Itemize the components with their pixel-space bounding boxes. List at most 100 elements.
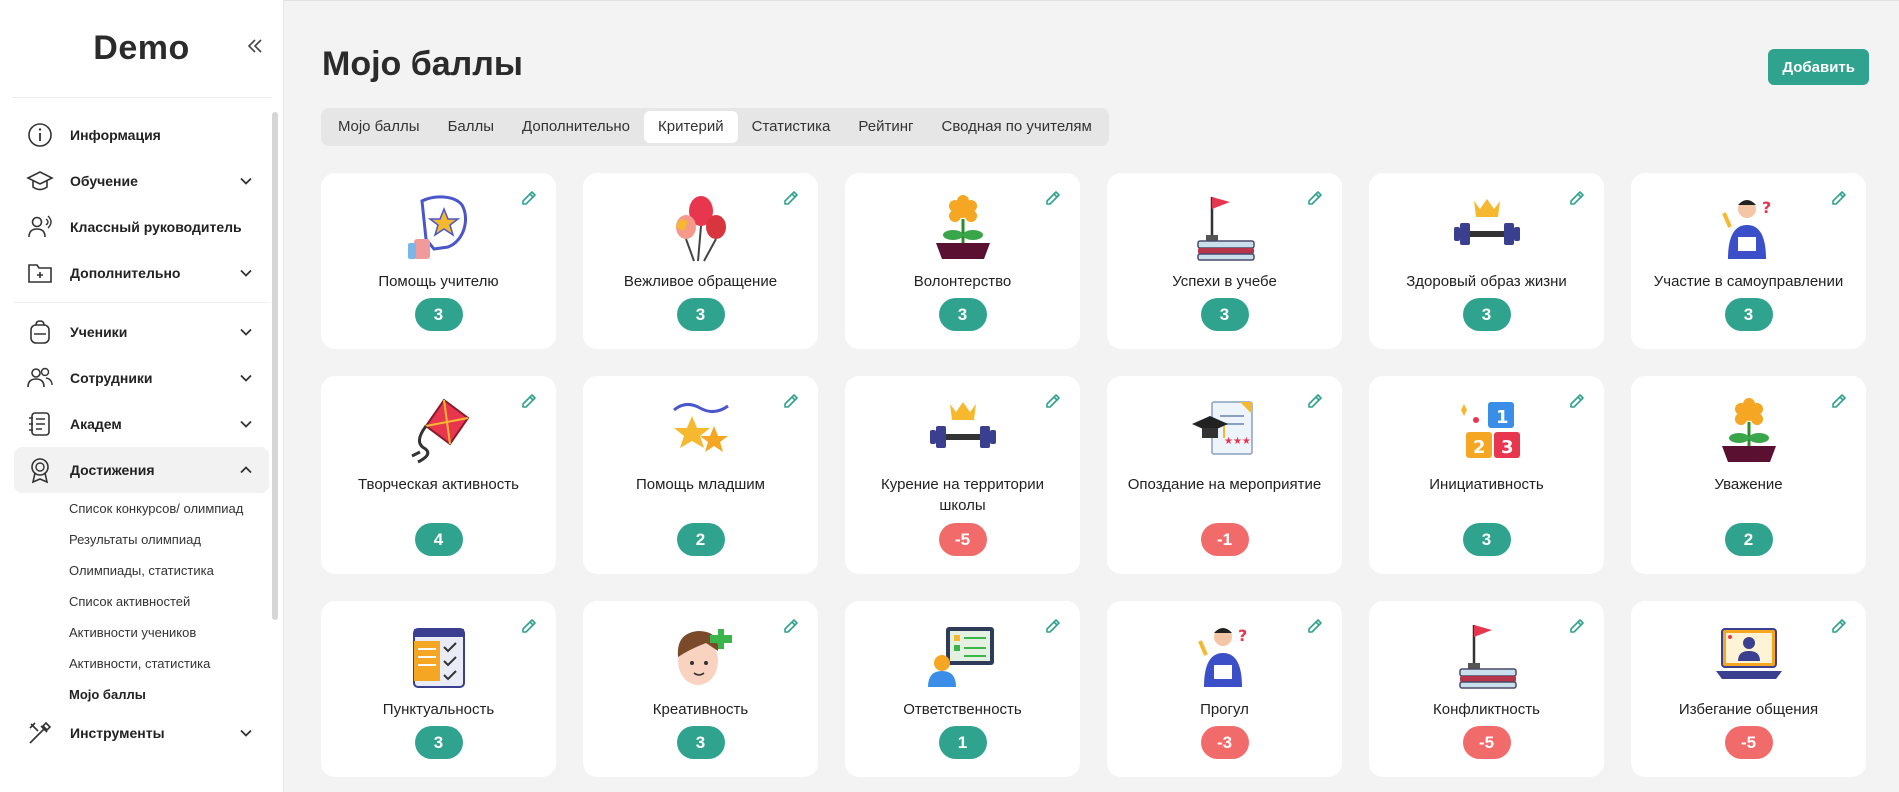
- criterion-card[interactable]: Вежливое обращение 3: [583, 173, 818, 349]
- criterion-card[interactable]: Волонтерство 3: [845, 173, 1080, 349]
- edit-pencil-icon[interactable]: [1044, 617, 1062, 635]
- tab-7[interactable]: Сводная по учителям: [927, 111, 1105, 143]
- criterion-card[interactable]: Пунктуальность 3: [321, 601, 556, 777]
- edit-pencil-icon[interactable]: [782, 189, 800, 207]
- criterion-card[interactable]: Курение на территории школы -5: [845, 376, 1080, 574]
- edit-pencil-icon[interactable]: [1568, 189, 1586, 207]
- chevron-down-icon: [240, 328, 252, 336]
- edit-pencil-icon[interactable]: [1044, 189, 1062, 207]
- criterion-title: Креативность: [652, 701, 749, 718]
- chevron-down-icon: [240, 729, 252, 737]
- edit-pencil-icon[interactable]: [1044, 392, 1062, 410]
- balloons-icon: [674, 195, 727, 262]
- add-button[interactable]: Добавить: [1768, 49, 1869, 85]
- collapse-sidebar-icon[interactable]: [245, 36, 265, 56]
- edit-pencil-icon[interactable]: [782, 617, 800, 635]
- chevron-up-icon: [240, 466, 252, 474]
- submenu-item-olympiad-stats[interactable]: Олимпиады, статистика: [69, 555, 263, 586]
- edit-pencil-icon[interactable]: [1306, 617, 1324, 635]
- criterion-card[interactable]: Творческая активность 4: [321, 376, 556, 574]
- edit-pencil-icon[interactable]: [782, 392, 800, 410]
- criterion-card[interactable]: Креативность 3: [583, 601, 818, 777]
- score-badge: 3: [414, 726, 463, 759]
- main-content: Mojo баллы Добавить Mojo баллы Баллы Допол…: [284, 0, 1899, 792]
- logo[interactable]: Demo: [12, 0, 271, 98]
- criterion-title: Опоздание на мероприятие: [1127, 476, 1322, 493]
- criterion-title: Здоровый образ жизни: [1406, 273, 1567, 290]
- sidebar-scrollbar[interactable]: [272, 112, 278, 620]
- submenu-item-olympiad-results[interactable]: Результаты олимпиад: [69, 524, 263, 555]
- criterion-card[interactable]: Прогул -3: [1107, 601, 1342, 777]
- sidebar-item-achievements[interactable]: Достижения: [14, 447, 269, 493]
- submenu-item-activity-stats[interactable]: Активности, статистика: [69, 648, 263, 679]
- chevron-down-icon: [240, 374, 252, 382]
- sidebar-item-tools[interactable]: Инструменты: [14, 710, 269, 756]
- chevron-down-icon: [240, 269, 252, 277]
- criterion-title: Помощь учителю: [378, 273, 499, 290]
- criterion-card[interactable]: Конфликтность -5: [1369, 601, 1604, 777]
- criterion-card[interactable]: Уважение 2: [1631, 376, 1866, 574]
- edit-pencil-icon[interactable]: [1306, 392, 1324, 410]
- criterion-title: Прогул: [1200, 701, 1249, 718]
- sidebar-item-academ[interactable]: Академ: [14, 401, 269, 447]
- score-badge: 1: [938, 726, 987, 759]
- criterion-card[interactable]: Ответственность 1: [845, 601, 1080, 777]
- chevron-down-icon: [240, 420, 252, 428]
- edit-pencil-icon[interactable]: [1830, 189, 1848, 207]
- flower-pot-icon: [934, 193, 991, 261]
- criterion-card[interactable]: Опоздание на мероприятие -1: [1107, 376, 1342, 574]
- sidebar-item-staff[interactable]: Сотрудники: [14, 355, 269, 401]
- edit-pencil-icon[interactable]: [1306, 189, 1324, 207]
- criterion-card[interactable]: Помощь младшим 2: [583, 376, 818, 574]
- tab-4[interactable]: Критерий: [644, 111, 738, 143]
- score-badge: 3: [676, 726, 725, 759]
- edit-pencil-icon[interactable]: [1568, 392, 1586, 410]
- tab-1[interactable]: Mojo баллы: [324, 111, 434, 143]
- sidebar-item-info[interactable]: Информация: [14, 112, 269, 158]
- criterion-card[interactable]: Инициативность 3: [1369, 376, 1604, 574]
- dumbbell-crown-icon: [1453, 199, 1520, 245]
- sidebar-item-students[interactable]: Ученики: [14, 309, 269, 355]
- sidebar-item-education[interactable]: Обучение: [14, 158, 269, 204]
- edit-pencil-icon[interactable]: [1830, 617, 1848, 635]
- backpack-icon: [30, 320, 50, 344]
- score-badge: 3: [1462, 298, 1511, 331]
- score-badge: 2: [676, 523, 725, 556]
- edit-pencil-icon[interactable]: [520, 189, 538, 207]
- criterion-title: Ответственность: [903, 701, 1022, 718]
- criterion-card[interactable]: Успехи в учебе 3: [1107, 173, 1342, 349]
- row-gap: [321, 349, 1866, 376]
- criterion-title: Волонтерство: [913, 273, 1012, 290]
- sidebar-item-class-teacher[interactable]: Классный руководитель: [14, 204, 269, 250]
- tab-5[interactable]: Статистика: [738, 111, 845, 143]
- tab-2[interactable]: Баллы: [434, 111, 508, 143]
- edit-pencil-icon[interactable]: [1830, 392, 1848, 410]
- edit-pencil-icon[interactable]: [520, 392, 538, 410]
- sidebar-item-additional[interactable]: Дополнительно: [14, 250, 269, 296]
- hand-star-icon: [406, 195, 467, 261]
- criterion-card[interactable]: Помощь учителю 3: [321, 173, 556, 349]
- edit-pencil-icon[interactable]: [1568, 617, 1586, 635]
- score-badge: 3: [1724, 298, 1773, 331]
- tab-6[interactable]: Рейтинг: [844, 111, 927, 143]
- criterion-card[interactable]: Участие в самоуправлении 3: [1631, 173, 1866, 349]
- logo-text: Demo: [93, 29, 190, 67]
- folder-plus-icon: [28, 264, 52, 283]
- submenu-item-activities-list[interactable]: Список активностей: [69, 586, 263, 617]
- submenu-item-student-activities[interactable]: Активности учеников: [69, 617, 263, 648]
- tab-3[interactable]: Дополнительно: [508, 111, 644, 143]
- score-badge: 4: [414, 523, 463, 556]
- criterion-title: Успехи в учебе: [1172, 273, 1277, 290]
- score-badge: -3: [1200, 726, 1249, 759]
- submenu-item-competitions-list[interactable]: Список конкурсов/ олимпиад: [69, 493, 263, 524]
- edit-pencil-icon[interactable]: [520, 617, 538, 635]
- criterion-title: Избегание общения: [1678, 701, 1819, 718]
- sidebar-nav: Информация Обучение Классный руководител…: [0, 98, 283, 756]
- criterion-card[interactable]: Избегание общения -5: [1631, 601, 1866, 777]
- sidebar-item-label: Инструменты: [70, 725, 165, 741]
- score-badge: 3: [938, 298, 987, 331]
- score-badge: -5: [1462, 726, 1511, 759]
- certificate-cap-icon: [1190, 401, 1253, 455]
- criterion-card[interactable]: Здоровый образ жизни 3: [1369, 173, 1604, 349]
- submenu-item-mojo-points[interactable]: Mojo баллы: [69, 679, 263, 710]
